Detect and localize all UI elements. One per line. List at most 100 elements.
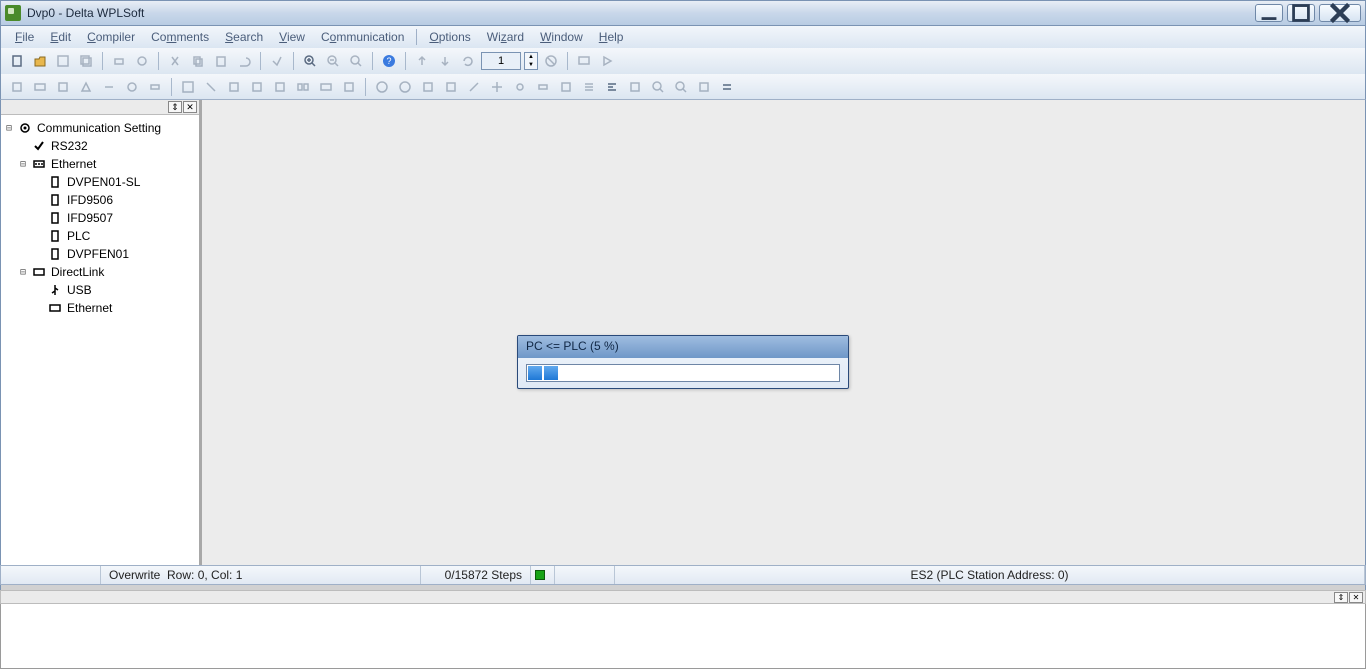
menu-comments[interactable]: Comments	[143, 28, 217, 46]
tree-item-directlink[interactable]: ⊟ DirectLink	[1, 263, 197, 281]
tool-circle-icon	[395, 77, 415, 97]
tool-29-icon	[694, 77, 714, 97]
tree-item[interactable]: Ethernet	[1, 299, 197, 317]
module-icon	[47, 210, 63, 226]
tree-root[interactable]: ⊟ Communication Setting	[1, 119, 197, 137]
help-icon[interactable]: ?	[379, 51, 399, 71]
tool-5-icon	[99, 77, 119, 97]
menu-compiler[interactable]: Compiler	[79, 28, 143, 46]
tool-27-icon	[648, 77, 668, 97]
tool-22-icon	[533, 77, 553, 97]
progress-bar	[526, 364, 840, 382]
tool-12-icon	[270, 77, 290, 97]
tree-label: IFD9507	[67, 211, 113, 225]
save-all-icon	[76, 51, 96, 71]
menu-help[interactable]: Help	[591, 28, 632, 46]
directlink-icon	[31, 264, 47, 280]
print-icon	[109, 51, 129, 71]
progress-chunk	[544, 366, 558, 380]
tool-10-icon	[224, 77, 244, 97]
progress-dialog: PC <= PLC (5 %)	[517, 335, 849, 389]
paste-icon	[211, 51, 231, 71]
tool-4-icon	[76, 77, 96, 97]
tree-item[interactable]: DVPFEN01	[1, 245, 197, 263]
menu-file[interactable]: File	[7, 28, 42, 46]
tool-19-icon	[464, 77, 484, 97]
module-icon	[47, 174, 63, 190]
tool-15-icon	[339, 77, 359, 97]
tree-panel: ⇕ ✕ ⊟ Communication Setting RS232 ⊟ Ethe…	[1, 100, 202, 565]
usb-icon	[47, 282, 63, 298]
zoom-in-icon[interactable]	[300, 51, 320, 71]
menu-communication[interactable]: Communication	[313, 28, 412, 46]
tree-label: USB	[67, 283, 92, 297]
output-close-icon[interactable]: ✕	[1349, 592, 1363, 603]
tree-item-ethernet[interactable]: ⊟ Ethernet	[1, 155, 197, 173]
tree-label: IFD9506	[67, 193, 113, 207]
output-pin-icon[interactable]: ⇕	[1334, 592, 1348, 603]
stop-icon	[541, 51, 561, 71]
maximize-button[interactable]	[1287, 4, 1315, 22]
tool-23-icon	[556, 77, 576, 97]
menu-view[interactable]: View	[271, 28, 313, 46]
ethernet-icon	[31, 156, 47, 172]
zoom-fit-icon	[346, 51, 366, 71]
step-spinner[interactable]: ▲▼	[524, 52, 538, 70]
cut-icon	[165, 51, 185, 71]
menu-wizard[interactable]: Wizard	[479, 28, 532, 46]
output-panel	[0, 604, 1366, 669]
print-preview-icon	[132, 51, 152, 71]
toolbar-main: ? ▲▼	[0, 48, 1366, 74]
statusbar: Overwrite Row: 0, Col: 1 0/15872 Steps E…	[0, 565, 1366, 585]
tree-pin-icon[interactable]: ⇕	[168, 101, 182, 113]
tree-close-icon[interactable]: ✕	[183, 101, 197, 113]
undo-icon	[234, 51, 254, 71]
run-icon	[597, 51, 617, 71]
tool-9-icon	[201, 77, 221, 97]
tool-30-icon[interactable]	[717, 77, 737, 97]
svg-text:?: ?	[386, 56, 391, 66]
zoom-out-icon	[323, 51, 343, 71]
status-overwrite: Overwrite	[109, 568, 160, 582]
tree-item[interactable]: PLC	[1, 227, 197, 245]
progress-chunk	[528, 366, 542, 380]
app-icon	[5, 5, 21, 21]
new-file-icon[interactable]	[7, 51, 27, 71]
tool-7-icon	[145, 77, 165, 97]
tree-item[interactable]: DVPEN01-SL	[1, 173, 197, 191]
tool-20-icon	[487, 77, 507, 97]
download-icon	[435, 51, 455, 71]
copy-icon	[188, 51, 208, 71]
menu-separator	[416, 29, 417, 45]
tool-21-icon	[510, 77, 530, 97]
tree-item-rs232[interactable]: RS232	[1, 137, 197, 155]
tool-6-icon	[122, 77, 142, 97]
status-plc: ES2 (PLC Station Address: 0)	[910, 568, 1068, 582]
menu-options[interactable]: Options	[421, 28, 478, 46]
tree-label: PLC	[67, 229, 90, 243]
toolbar-ladder	[0, 74, 1366, 100]
step-input[interactable]	[481, 52, 521, 70]
menu-search[interactable]: Search	[217, 28, 271, 46]
minimize-button[interactable]	[1255, 4, 1283, 22]
tool-17-icon	[418, 77, 438, 97]
status-rowcol: Row: 0, Col: 1	[167, 568, 242, 582]
tool-2-icon	[30, 77, 50, 97]
window-title: Dvp0 - Delta WPLSoft	[27, 6, 1255, 20]
save-icon	[53, 51, 73, 71]
tool-3-icon	[53, 77, 73, 97]
menu-window[interactable]: Window	[532, 28, 591, 46]
open-file-icon[interactable]	[30, 51, 50, 71]
tree-item[interactable]: IFD9506	[1, 191, 197, 209]
tree-label: DVPEN01-SL	[67, 175, 140, 189]
menu-edit[interactable]: Edit	[42, 28, 79, 46]
tool-25-icon[interactable]	[602, 77, 622, 97]
monitor-icon	[574, 51, 594, 71]
tree-item[interactable]: USB	[1, 281, 197, 299]
main-area: ⇕ ✕ ⊟ Communication Setting RS232 ⊟ Ethe…	[0, 100, 1366, 565]
editor-canvas	[202, 100, 1365, 565]
tree-item[interactable]: IFD9507	[1, 209, 197, 227]
upload-icon	[412, 51, 432, 71]
close-button[interactable]	[1319, 4, 1361, 22]
progress-title: PC <= PLC (5 %)	[518, 336, 848, 358]
